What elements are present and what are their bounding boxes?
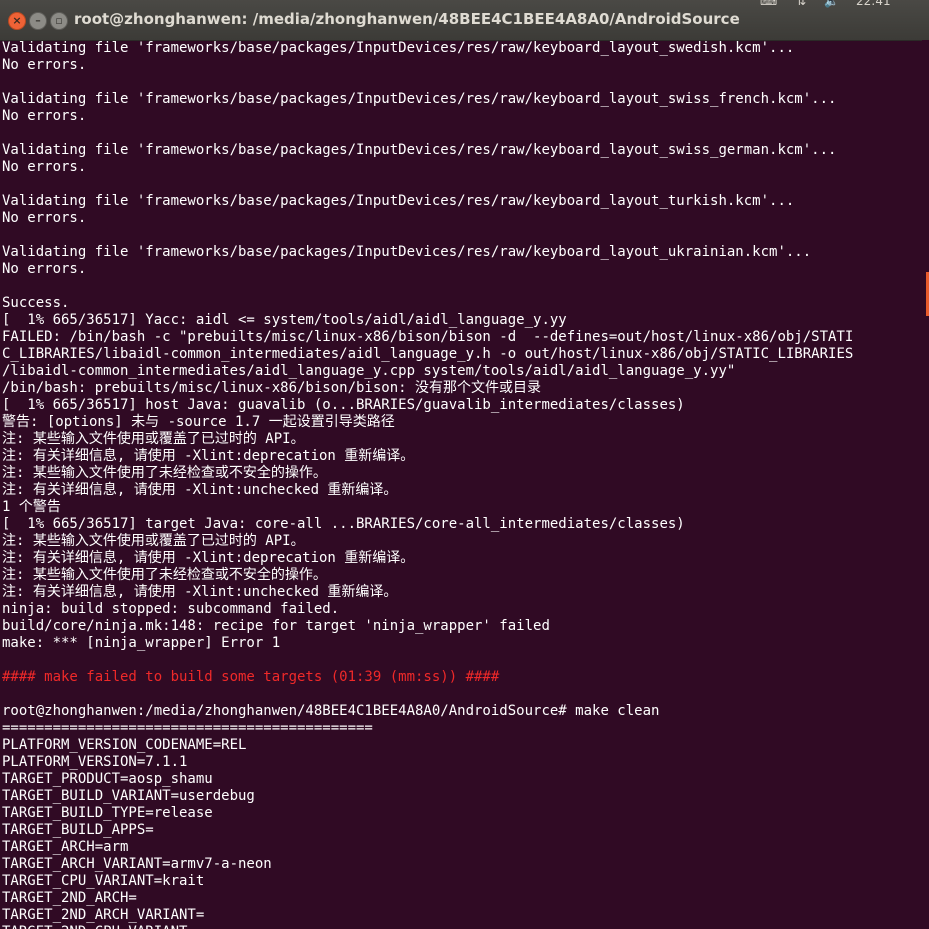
terminal-line: TARGET_2ND_ARCH= — [2, 890, 137, 906]
terminal-line: No errors. — [2, 261, 87, 277]
terminal-line: TARGET_CPU_VARIANT=krait — [2, 873, 205, 889]
terminal-line: Success. — [2, 295, 70, 311]
volume-icon[interactable]: 🔈 — [824, 0, 839, 8]
terminal-line: 注: 有关详细信息, 请使用 -Xlint:deprecation 重新编译。 — [2, 550, 415, 566]
terminal-line: Validating file 'frameworks/base/package… — [2, 91, 837, 107]
terminal-line: #### make failed to build some targets (… — [2, 669, 500, 685]
terminal-line: Validating file 'frameworks/base/package… — [2, 40, 795, 56]
terminal-output[interactable]: Validating file 'frameworks/base/package… — [0, 40, 922, 929]
terminal-line: TARGET_2ND_ARCH_VARIANT= — [2, 907, 205, 923]
terminal-line: No errors. — [2, 210, 87, 226]
terminal-line: 注: 某些输入文件使用了未经检查或不安全的操作。 — [2, 465, 327, 481]
terminal-line: PLATFORM_VERSION_CODENAME=REL — [2, 737, 247, 753]
keyboard-icon[interactable]: ⌨ — [760, 0, 777, 8]
terminal-line: 注: 某些输入文件使用或覆盖了已过时的 API。 — [2, 431, 305, 447]
terminal-line: Validating file 'frameworks/base/package… — [2, 244, 812, 260]
maximize-window-button[interactable]: ▫ — [50, 12, 68, 30]
terminal-line: [ 1% 665/36517] host Java: guavalib (o..… — [2, 397, 685, 413]
terminal-line: 1 个警告 — [2, 499, 61, 515]
terminal-line: TARGET_BUILD_VARIANT=userdebug — [2, 788, 255, 804]
terminal-line: build/core/ninja.mk:148: recipe for targ… — [2, 618, 550, 634]
terminal-line: TARGET_2ND_CPU_VARIANT= — [2, 924, 922, 929]
terminal-line: No errors. — [2, 108, 87, 124]
terminal-line: 注: 有关详细信息, 请使用 -Xlint:unchecked 重新编译。 — [2, 584, 398, 600]
close-window-button[interactable]: × — [8, 12, 26, 30]
window-titlebar[interactable]: × – ▫ root@zhonghanwen: /media/zhonghanw… — [0, 0, 929, 41]
terminal-line: 注: 某些输入文件使用或覆盖了已过时的 API。 — [2, 533, 305, 549]
window-title: root@zhonghanwen: /media/zhonghanwen/48B… — [74, 10, 740, 28]
terminal-line: TARGET_ARCH=arm — [2, 839, 129, 855]
terminal-line: Validating file 'frameworks/base/package… — [2, 193, 795, 209]
network-icon[interactable]: ⇅ — [796, 0, 806, 8]
terminal-line: TARGET_PRODUCT=aosp_shamu — [2, 771, 213, 787]
terminal-line: FAILED: /bin/bash -c "prebuilts/misc/lin… — [2, 329, 854, 345]
terminal-line: 警告: [options] 未与 -source 1.7 一起设置引导类路径 — [2, 414, 395, 430]
terminal-line: TARGET_BUILD_APPS= — [2, 822, 154, 838]
terminal-line: TARGET_ARCH_VARIANT=armv7-a-neon — [2, 856, 272, 872]
terminal-line: No errors. — [2, 57, 87, 73]
terminal-line: make: *** [ninja_wrapper] Error 1 — [2, 635, 281, 651]
terminal-line: Validating file 'frameworks/base/package… — [2, 142, 837, 158]
terminal-line: [ 1% 665/36517] Yacc: aidl <= system/too… — [2, 312, 567, 328]
terminal-line: [ 1% 665/36517] target Java: core-all ..… — [2, 516, 685, 532]
terminal-line: /libaidl-common_intermediates/aidl_langu… — [2, 363, 736, 379]
terminal-line: 注: 某些输入文件使用了未经检查或不安全的操作。 — [2, 567, 327, 583]
terminal-line: No errors. — [2, 159, 87, 175]
terminal-line: 注: 有关详细信息, 请使用 -Xlint:unchecked 重新编译。 — [2, 482, 398, 498]
terminal-line: root@zhonghanwen:/media/zhonghanwen/48BE… — [2, 703, 660, 719]
minimize-window-button[interactable]: – — [29, 12, 47, 30]
terminal-line: C_LIBRARIES/libaidl-common_intermediates… — [2, 346, 854, 362]
terminal-line: ninja: build stopped: subcommand failed. — [2, 601, 340, 617]
terminal-line: 注: 有关详细信息, 请使用 -Xlint:deprecation 重新编译。 — [2, 448, 415, 464]
clock[interactable]: 22:41 — [856, 0, 891, 8]
terminal-line: PLATFORM_VERSION=7.1.1 — [2, 754, 188, 770]
terminal-line: /bin/bash: prebuilts/misc/linux-x86/biso… — [2, 380, 542, 396]
terminal-line: ========================================… — [2, 720, 373, 736]
terminal-line: TARGET_BUILD_TYPE=release — [2, 805, 213, 821]
terminal-scrollbar[interactable] — [922, 40, 929, 929]
